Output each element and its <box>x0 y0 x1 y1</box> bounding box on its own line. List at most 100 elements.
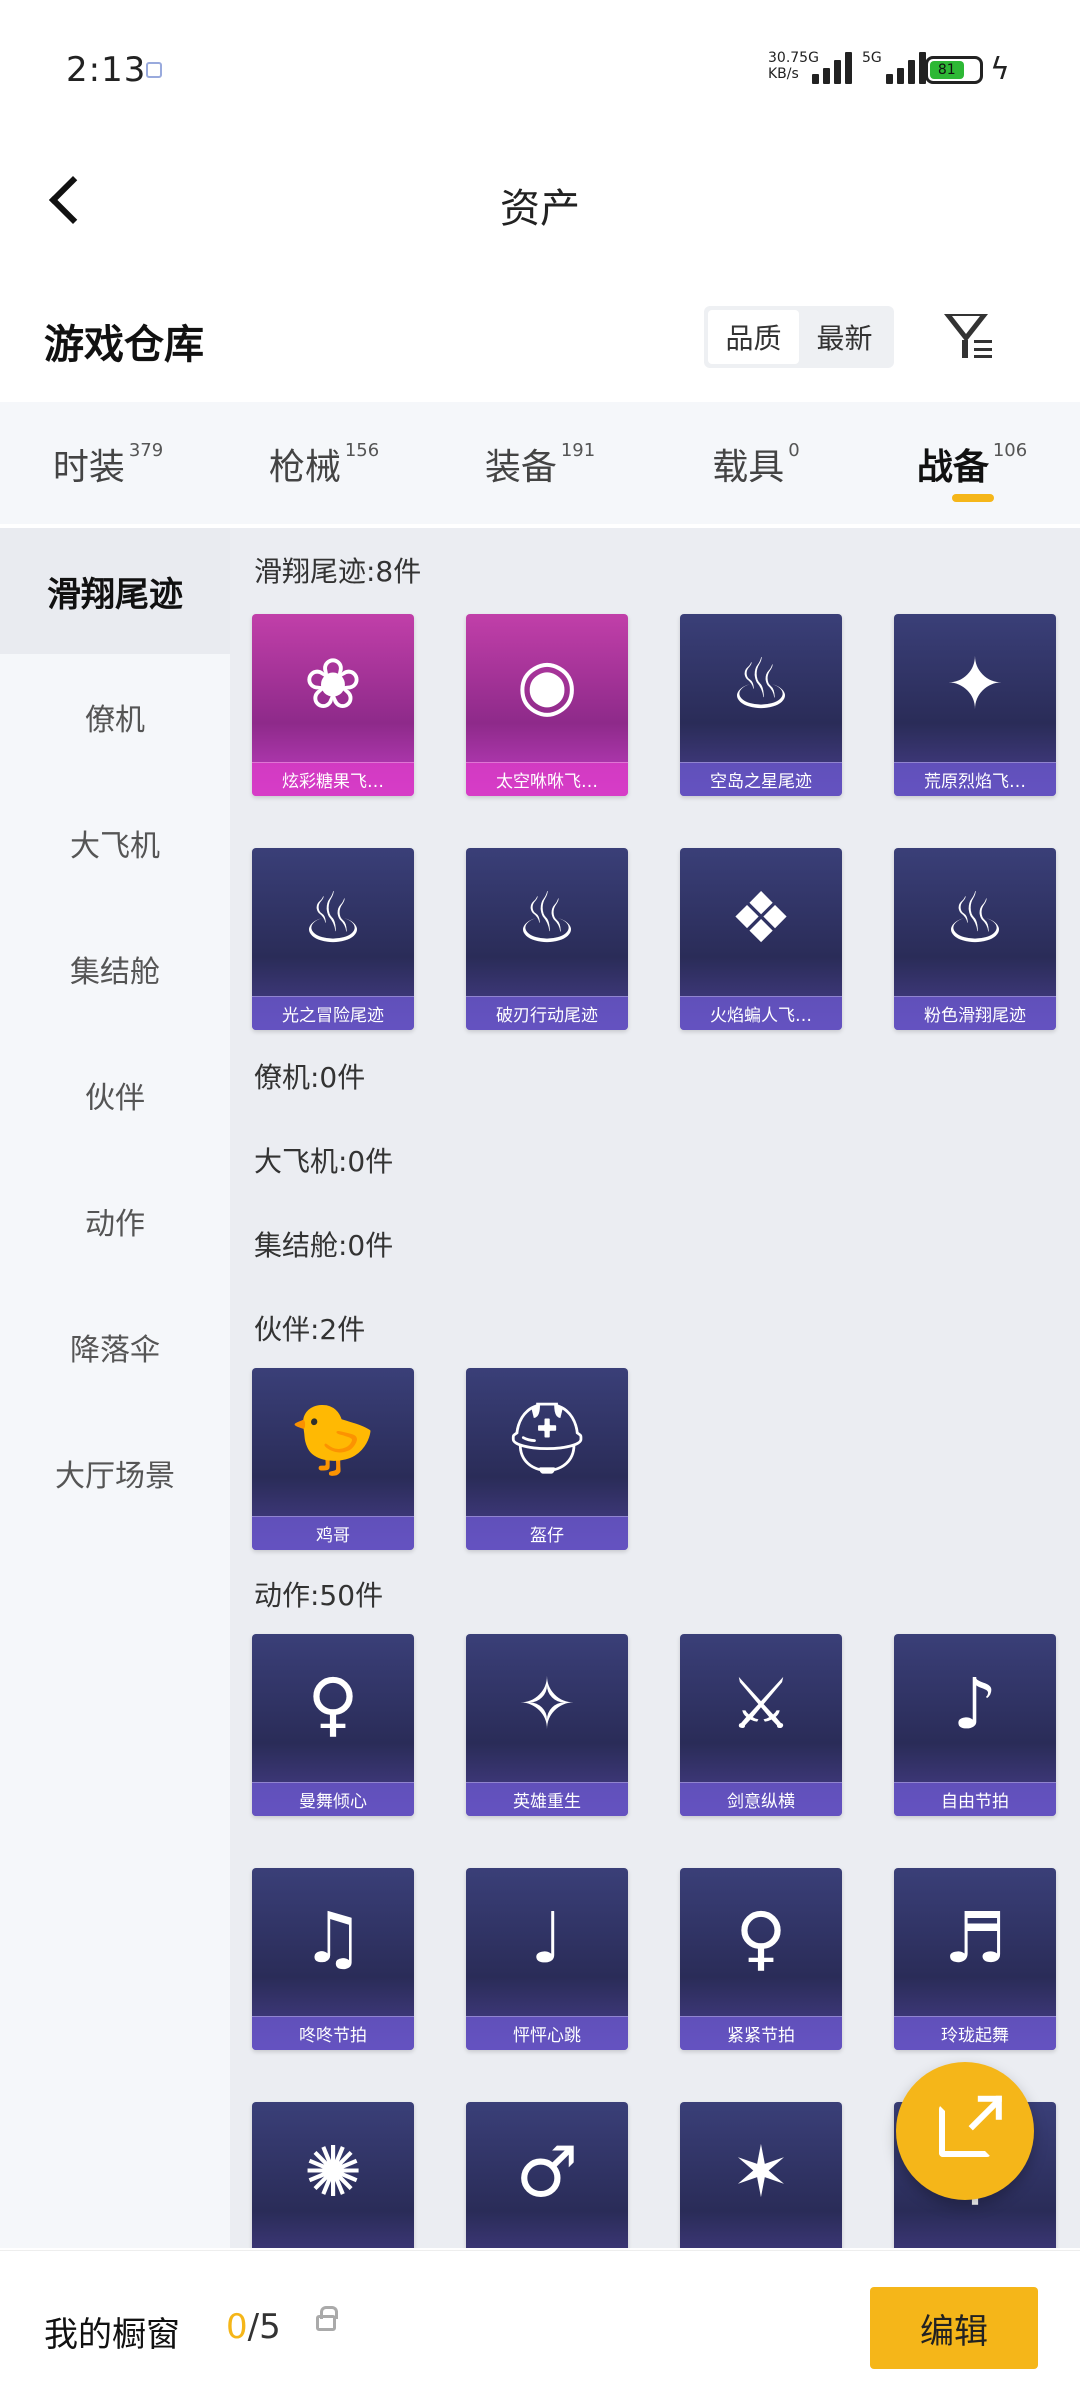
dancer-icon: ♀ <box>735 1897 787 1979</box>
smoke-trail-icon: ♨ <box>943 877 1007 959</box>
section-title-pod: 集结舱:0件 <box>254 1229 394 1262</box>
item-card[interactable]: ♂ <box>466 2102 628 2248</box>
item-card[interactable]: ✺ <box>252 2102 414 2248</box>
warehouse-title: 游戏仓库 <box>44 322 204 368</box>
notification-icon <box>146 62 162 78</box>
chicken-icon: 🐤 <box>289 1396 377 1479</box>
tab-label: 载具 <box>712 447 785 488</box>
lock-icon <box>316 2306 338 2331</box>
section-title-glide-trail: 滑翔尾迹:8件 <box>254 555 422 588</box>
battery-icon: 81 <box>925 56 983 84</box>
sidebar: 滑翔尾迹 僚机 大飞机 集结舱 伙伴 动作 降落伞 大厅场景 <box>0 528 230 2248</box>
smoke-trail-icon: ♨ <box>301 877 365 959</box>
item-card-label: 自由节拍 <box>894 1782 1056 1816</box>
item-card-label: 玲珑起舞 <box>894 2016 1056 2050</box>
item-card-label: 太空咻咻飞… <box>466 762 628 796</box>
edit-button[interactable]: 编辑 <box>870 2287 1038 2369</box>
showcase-count-total: /5 <box>247 2307 281 2347</box>
tab-label: 时装 <box>52 447 125 488</box>
dancer-icon: ✺ <box>303 2131 363 2213</box>
item-card[interactable]: ✧ 英雄重生 <box>466 1634 628 1816</box>
share-external-icon <box>939 2097 1002 2157</box>
item-card-label: 炫彩糖果飞… <box>252 762 414 796</box>
share-fab-button[interactable] <box>896 2062 1034 2200</box>
item-card-label: 紧紧节拍 <box>680 2016 842 2050</box>
sidebar-item-pod[interactable]: 集结舱 <box>0 906 230 1032</box>
dancer-icon: ♩ <box>530 1897 564 1979</box>
section-title-partner: 伙伴:2件 <box>254 1313 366 1346</box>
item-card-label: 怦怦心跳 <box>466 2016 628 2050</box>
tab-battle-prep[interactable]: 战备 106 <box>864 402 1080 524</box>
item-card[interactable]: ✦ 荒原烈焰飞… <box>894 614 1056 796</box>
item-card[interactable]: 🐤 鸡哥 <box>252 1368 414 1550</box>
sidebar-item-plane[interactable]: 大飞机 <box>0 780 230 906</box>
signal-icon <box>812 50 852 84</box>
page-title: 资产 <box>500 186 580 232</box>
sidebar-item-partner[interactable]: 伙伴 <box>0 1032 230 1158</box>
filter-icon <box>944 314 988 342</box>
sort-newest[interactable]: 最新 <box>799 310 890 364</box>
item-card[interactable]: ♨ 破刃行动尾迹 <box>466 848 628 1030</box>
item-card[interactable]: ♀ 曼舞倾心 <box>252 1634 414 1816</box>
candy-icon: ❀ <box>303 643 363 725</box>
showcase-label: 我的橱窗 <box>44 2315 180 2355</box>
item-card-label: 曼舞倾心 <box>252 1782 414 1816</box>
saucer-icon: ◉ <box>516 643 578 725</box>
smoke-trail-icon: ♨ <box>729 643 793 725</box>
section-title-wingman: 僚机:0件 <box>254 1061 366 1094</box>
status-time: 2:13 <box>66 50 147 90</box>
tab-equipment[interactable]: 装备 191 <box>432 402 648 524</box>
charging-icon: ϟ <box>990 52 1010 87</box>
item-card[interactable]: ✶ <box>680 2102 842 2248</box>
dancer-icon: ♬ <box>943 1897 1007 1979</box>
item-grid: 滑翔尾迹:8件 ❀ 炫彩糖果飞… ◉ 太空咻咻飞… ♨ 空岛之星尾迹 ✦ 荒原烈… <box>230 528 1080 2248</box>
dancer-icon: ♫ <box>301 1897 365 1979</box>
assets-page: 2:13 30.75G KB/s 5G 81 ϟ 资产 游戏仓库 品质 最新 时… <box>0 0 1080 2400</box>
item-card[interactable]: ⛑ 盔仔 <box>466 1368 628 1550</box>
bat-wing-icon: ❖ <box>729 877 793 959</box>
tab-vehicles[interactable]: 载具 0 <box>648 402 864 524</box>
sidebar-item-emote[interactable]: 动作 <box>0 1158 230 1284</box>
item-card[interactable]: ♬ 玲珑起舞 <box>894 1868 1056 2050</box>
item-card[interactable]: ♨ 粉色滑翔尾迹 <box>894 848 1056 1030</box>
item-card[interactable]: ❖ 火焰蝙人飞… <box>680 848 842 1030</box>
sort-quality[interactable]: 品质 <box>708 310 799 364</box>
share-arrow <box>968 2097 1002 2131</box>
tab-count: 106 <box>992 440 1028 461</box>
sidebar-item-lobby[interactable]: 大厅场景 <box>0 1410 230 1536</box>
item-card[interactable]: ♫ 咚咚节拍 <box>252 1868 414 2050</box>
item-card-label: 咚咚节拍 <box>252 2016 414 2050</box>
showcase-count: 0/5 <box>226 2307 281 2347</box>
item-card[interactable]: ♩ 怦怦心跳 <box>466 1868 628 2050</box>
helmet-chick-icon: ⛑ <box>502 1396 592 1479</box>
tab-active-indicator <box>952 494 994 502</box>
tab-fashion[interactable]: 时装 379 <box>0 402 216 524</box>
sidebar-item-glide-trail[interactable]: 滑翔尾迹 <box>0 528 230 654</box>
tab-label: 枪械 <box>268 447 341 488</box>
filter-button[interactable] <box>942 310 998 366</box>
item-card[interactable]: ♪ 自由节拍 <box>894 1634 1056 1816</box>
sword-dancer-icon: ⚔ <box>729 1663 793 1745</box>
section-title-plane: 大飞机:0件 <box>254 1145 394 1178</box>
item-card[interactable]: ♨ 空岛之星尾迹 <box>680 614 842 796</box>
item-card-label: 破刃行动尾迹 <box>466 996 628 1030</box>
item-card[interactable]: ⚔ 剑意纵横 <box>680 1634 842 1816</box>
status-bar: 2:13 30.75G KB/s 5G 81 ϟ <box>0 0 1080 140</box>
item-card[interactable]: ♀ 紧紧节拍 <box>680 1868 842 2050</box>
sidebar-item-wingman[interactable]: 僚机 <box>0 654 230 780</box>
sidebar-item-parachute[interactable]: 降落伞 <box>0 1284 230 1410</box>
item-card[interactable]: ◉ 太空咻咻飞… <box>466 614 628 796</box>
tab-count: 379 <box>128 440 164 461</box>
item-card-label: 荒原烈焰飞… <box>894 762 1056 796</box>
showcase-bar: 我的橱窗 0/5 编辑 <box>0 2250 1080 2400</box>
tab-guns[interactable]: 枪械 156 <box>216 402 432 524</box>
dancer-icon: ✶ <box>731 2131 791 2213</box>
item-card-label: 英雄重生 <box>466 1782 628 1816</box>
section-title-emote: 动作:50件 <box>254 1579 384 1612</box>
item-card-label: 火焰蝙人飞… <box>680 996 842 1030</box>
item-card[interactable]: ♨ 光之冒险尾迹 <box>252 848 414 1030</box>
item-card-label: 盔仔 <box>466 1516 628 1550</box>
dancer-icon: ♂ <box>515 2131 579 2213</box>
item-card[interactable]: ❀ 炫彩糖果飞… <box>252 614 414 796</box>
tab-count: 0 <box>788 440 800 461</box>
